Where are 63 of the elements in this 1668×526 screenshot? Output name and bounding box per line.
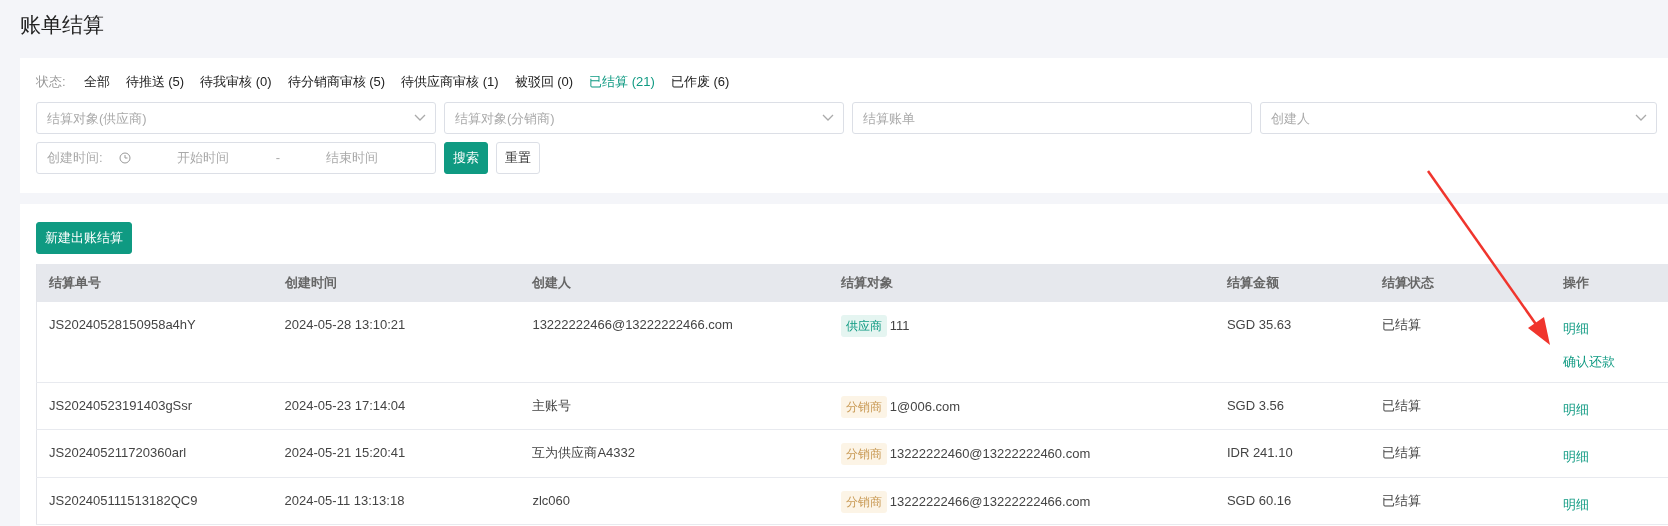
column-header: 结算金额	[1214, 263, 1371, 302]
column-header: 结算对象	[828, 263, 1215, 302]
detail-link[interactable]: 明细	[1562, 318, 1589, 338]
detail-link[interactable]: 明细	[1562, 399, 1589, 419]
settlement-target: 13222222466@13222222466.com	[889, 493, 1091, 509]
target-type-tag: 分销商	[840, 490, 887, 513]
page-title: 账单结算	[19, 12, 105, 38]
table-cell: 2024-05-23 17:14:04	[272, 382, 521, 430]
status-tab[interactable]: 待推送 (5)	[125, 72, 185, 92]
select-field[interactable]: 创建人	[1260, 102, 1657, 134]
confirm-repayment-link[interactable]: 确认还款	[1562, 352, 1615, 372]
target-type-tag: 分销商	[840, 395, 887, 418]
reset-button[interactable]: 重置	[496, 142, 540, 174]
table-cell: 主账号	[520, 382, 829, 430]
table-cell: 13222222466@13222222466.com	[520, 301, 829, 382]
column-header: 创建时间	[272, 263, 521, 302]
table-cell: 2024-05-21 15:20:41	[272, 429, 521, 477]
clock-icon	[118, 152, 131, 164]
status-tab[interactable]: 全部	[83, 72, 110, 92]
status-label: 状态:	[36, 73, 66, 92]
table-cell: SGD 60.16	[1214, 477, 1371, 525]
column-header: 操作	[1550, 263, 1668, 302]
detail-link[interactable]: 明细	[1562, 494, 1589, 514]
table-cell: JS20240528150958a4hY	[36, 301, 273, 382]
date-range-field[interactable]: 创建时间: 开始时间 - 结束时间	[36, 142, 436, 174]
chevron-down-icon	[1635, 114, 1647, 122]
chevron-down-icon	[414, 114, 426, 122]
table-cell: 2024-05-11 13:13:18	[272, 477, 521, 525]
table-cell: JS202405211720360arl	[36, 429, 273, 477]
input-field[interactable]: 结算账单	[852, 102, 1252, 134]
select-field[interactable]: 结算对象(供应商)	[36, 102, 436, 134]
status-tab[interactable]: 待供应商审核 (1)	[401, 72, 499, 92]
column-header: 结算单号	[36, 263, 273, 302]
table-cell: SGD 3.56	[1214, 382, 1371, 430]
status-tab[interactable]: 已结算 (21)	[589, 72, 655, 92]
table-cell: JS20240523191403gSsr	[36, 382, 273, 430]
table-cell: zlc060	[520, 477, 829, 525]
target-type-tag: 分销商	[840, 443, 887, 465]
column-header: 创建人	[520, 263, 829, 302]
date-label: 创建时间:	[47, 149, 103, 168]
select-field[interactable]: 结算对象(分销商)	[444, 102, 844, 134]
settlement-target: 111	[889, 317, 910, 333]
status-tab[interactable]: 待分销商审核 (5)	[287, 72, 386, 92]
table-cell: JS202405111513182QC9	[36, 477, 273, 525]
settlement-target: 13222222460@13222222460.com	[889, 446, 1091, 461]
table-cell: IDR 241.10	[1214, 429, 1371, 477]
create-settlement-button[interactable]: 新建出账结算	[36, 222, 132, 254]
status-tab[interactable]: 被驳回 (0)	[514, 72, 574, 92]
table-cell: 已结算	[1370, 429, 1551, 477]
status-tab[interactable]: 已作废 (6)	[670, 72, 730, 92]
search-button[interactable]: 搜索	[444, 142, 488, 174]
range-separator: -	[275, 149, 280, 168]
status-tab[interactable]: 待我审核 (0)	[200, 72, 272, 92]
detail-link[interactable]: 明细	[1562, 447, 1589, 467]
table-cell: 已结算	[1370, 477, 1551, 525]
settlement-target: 1@006.com	[889, 398, 961, 414]
table-cell: 互为供应商A4332	[520, 429, 829, 477]
table-cell: 已结算	[1370, 382, 1551, 430]
table-cell: 2024-05-28 13:10:21	[272, 301, 521, 382]
table-cell: SGD 35.63	[1214, 301, 1371, 382]
column-header: 结算状态	[1370, 263, 1551, 302]
chevron-down-icon	[822, 114, 834, 122]
target-type-tag: 供应商	[840, 314, 887, 337]
